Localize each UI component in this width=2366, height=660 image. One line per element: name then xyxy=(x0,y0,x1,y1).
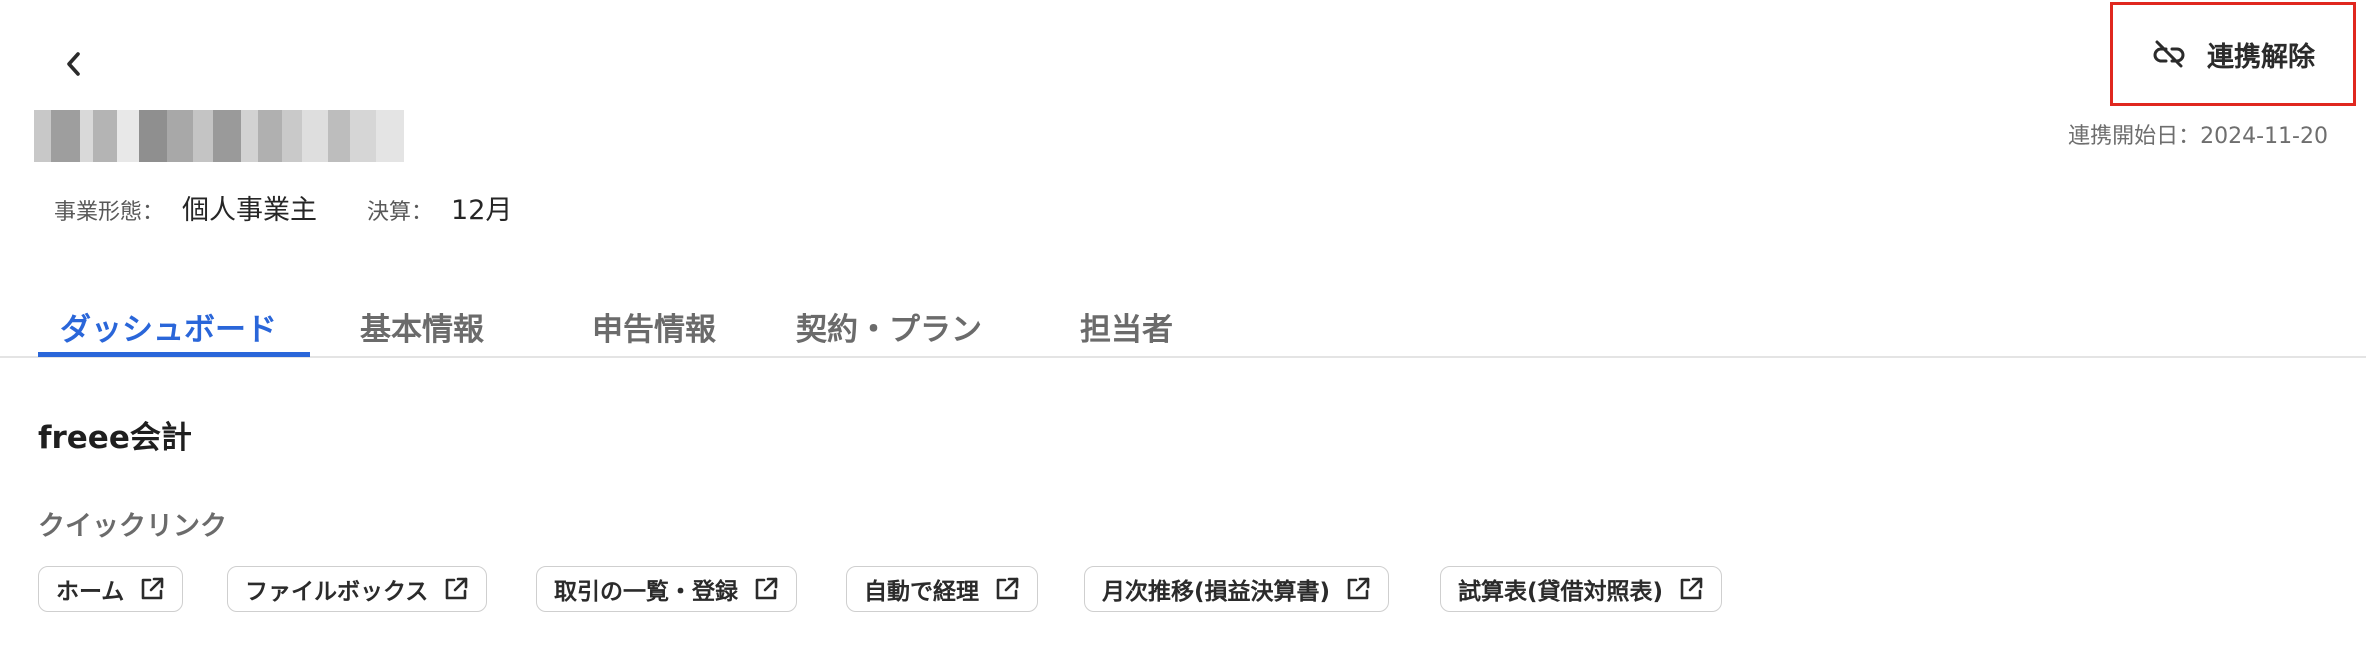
active-tab-indicator xyxy=(38,352,310,357)
quick-link-home[interactable]: ホーム xyxy=(38,566,184,612)
quick-link-transactions[interactable]: 取引の一覧・登録 xyxy=(536,566,797,612)
unlink-label: 連携解除 xyxy=(2207,41,2315,73)
external-link-icon xyxy=(1677,575,1705,603)
quick-link-label: 取引の一覧・登録 xyxy=(554,579,738,605)
external-link-icon xyxy=(1344,575,1372,603)
fiscal-label: 決算： xyxy=(367,200,434,225)
link-start-date: 連携開始日：2024-11-20 xyxy=(2068,124,2328,149)
quick-links-title: クイックリンク xyxy=(38,511,227,542)
client-meta: 事業形態： 個人事業主 決算： 12月 xyxy=(54,188,512,227)
quick-link-auto-accounting[interactable]: 自動で経理 xyxy=(846,566,1038,612)
tab-filing-info[interactable]: 申告情報 xyxy=(592,290,716,358)
tab-basic-info[interactable]: 基本情報 xyxy=(360,290,484,358)
unlink-icon xyxy=(2153,40,2185,68)
business-type-label: 事業形態： xyxy=(54,200,165,225)
quick-link-label: 月次推移(損益決算書) xyxy=(1102,579,1331,605)
quick-link-label: ホーム xyxy=(56,579,125,605)
external-link-icon xyxy=(138,575,166,603)
quick-link-trial-balance[interactable]: 試算表(貸借対照表) xyxy=(1440,566,1723,612)
tab-staff[interactable]: 担当者 xyxy=(1080,290,1173,358)
quick-link-label: 試算表(貸借対照表) xyxy=(1458,579,1664,605)
quick-link-filebox[interactable]: ファイルボックス xyxy=(227,566,488,612)
external-link-icon xyxy=(752,575,780,603)
tab-contract-plan[interactable]: 契約・プラン xyxy=(796,290,982,358)
chevron-left-icon xyxy=(67,52,80,76)
section-title: freee会計 xyxy=(38,420,192,456)
quick-link-monthly-pl[interactable]: 月次推移(損益決算書) xyxy=(1084,566,1390,612)
tab-bar: ダッシュボード 基本情報 申告情報 契約・プラン 担当者 xyxy=(0,290,2366,358)
client-name-redacted xyxy=(34,110,404,162)
quick-link-label: 自動で経理 xyxy=(864,579,979,605)
quick-link-label: ファイルボックス xyxy=(245,579,429,605)
fiscal-value: 12月 xyxy=(451,195,513,226)
unlink-button[interactable]: 連携解除 xyxy=(2110,2,2356,106)
business-type-value: 個人事業主 xyxy=(182,195,318,226)
tab-dashboard[interactable]: ダッシュボード xyxy=(60,290,277,358)
external-link-icon xyxy=(442,575,470,603)
back-button[interactable] xyxy=(54,44,94,84)
client-detail-page: 事業形態： 個人事業主 決算： 12月 連携解除 連携開始日：2024-11-2… xyxy=(0,0,2366,660)
external-link-icon xyxy=(993,575,1021,603)
